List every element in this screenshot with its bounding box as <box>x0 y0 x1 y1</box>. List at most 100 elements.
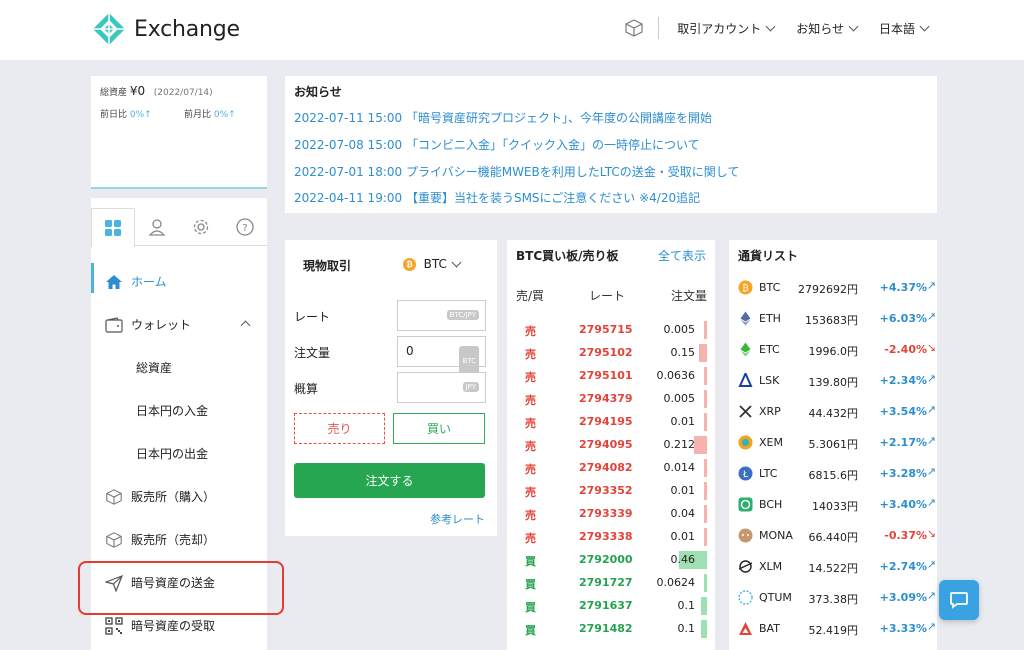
order-amount: 0.1 <box>677 599 696 612</box>
currency-row[interactable]: XEM 5.3061円 +2.17% ↗ <box>729 428 937 459</box>
buy-button[interactable]: 買い <box>393 413 485 444</box>
nav-language[interactable]: 日本語 <box>879 20 930 37</box>
currency-row[interactable]: ETC 1996.0円 -2.40% ↘ <box>729 335 937 366</box>
highlight-box <box>78 561 284 615</box>
order-rate: 2791727 <box>579 576 633 589</box>
sidebar-tabs: ? <box>91 208 267 247</box>
order-book-row[interactable]: 売 2794379 0.005 <box>507 389 715 412</box>
currency-change: -0.37% <box>884 529 927 542</box>
svg-text:?: ? <box>242 223 247 234</box>
news-item[interactable]: 2022-07-11 15:00 「暗号資産研究プロジェクト」、今年度の公開講座… <box>294 109 712 126</box>
currency-list-title: 通貨リスト <box>738 249 799 263</box>
chevron-down-icon <box>765 21 776 31</box>
chat-icon <box>950 592 968 609</box>
currency-row[interactable]: BAT 52.419円 +3.33% ↗ <box>729 614 937 645</box>
currency-row[interactable]: Ł LTC 6815.6円 +3.28% ↗ <box>729 459 937 490</box>
sidebar-item-home[interactable]: ホーム <box>91 260 267 303</box>
sidebar-item-total-assets[interactable]: 総資産 <box>91 346 267 389</box>
order-rate: 2793352 <box>579 484 633 497</box>
order-amount: 0.005 <box>663 392 696 405</box>
chat-button[interactable] <box>939 580 979 620</box>
svg-text:₿: ₿ <box>742 283 749 294</box>
order-book-row[interactable]: 買 2792000 0.46 <box>507 550 715 573</box>
bch-icon <box>738 497 753 512</box>
qr-icon <box>103 615 125 637</box>
order-book-row[interactable]: 買 2791482 0.1 <box>507 619 715 642</box>
order-side: 買 <box>525 624 536 637</box>
currency-symbol: BTC <box>759 281 781 294</box>
qtum-icon <box>738 590 753 605</box>
etc-icon <box>738 342 753 357</box>
currency-row[interactable]: XLM 14.522円 +2.74% ↗ <box>729 552 937 583</box>
sidebar-item-label: 日本円の入金 <box>136 404 209 418</box>
currency-row[interactable]: QTUM 373.38円 +3.09% ↗ <box>729 583 937 614</box>
news-item[interactable]: 2022-07-08 15:00 「コンビニ入金」「クイック入金」の一時停止につ… <box>294 136 700 153</box>
depth-bar <box>704 528 707 546</box>
order-book-row[interactable]: 売 2795101 0.0636 <box>507 366 715 389</box>
tab-dashboard[interactable] <box>91 208 135 247</box>
order-book-row[interactable]: 売 2794082 0.014 <box>507 458 715 481</box>
header-divider <box>658 17 660 39</box>
depth-bar <box>704 459 707 477</box>
order-amount: 0.01 <box>670 415 696 428</box>
order-book-row[interactable]: 売 2793339 0.04 <box>507 504 715 527</box>
sell-button[interactable]: 売り <box>294 413 385 444</box>
sidebar-item-label: ホーム <box>131 275 167 289</box>
currency-row[interactable]: LSK 139.80円 +2.34% ↗ <box>729 366 937 397</box>
currency-row[interactable]: MONA 66.440円 -0.37% ↘ <box>729 521 937 552</box>
news-item[interactable]: 2022-04-11 19:00 【重要】当社を装うSMSにご注意ください ※4… <box>294 189 700 206</box>
order-amount: 0.1 <box>677 622 696 635</box>
spot-trade-panel: 現物取引 ₿ BTC レート BTC/JPY 注文量 0 BTC 概算 JPY 売… <box>285 240 497 536</box>
order-book-row[interactable]: 買 2791727 0.0624 <box>507 573 715 596</box>
order-book-row[interactable]: 売 2795715 0.005 <box>507 320 715 343</box>
logo[interactable]: Exchange <box>92 12 240 46</box>
cube-icon[interactable] <box>624 18 644 38</box>
currency-row[interactable]: BCH 14033円 +3.40% ↗ <box>729 490 937 521</box>
currency-symbol: QTUM <box>759 591 792 604</box>
nav-trading-account-label: 取引アカウント <box>677 21 762 36</box>
trend-up-icon: ↗ <box>926 620 936 633</box>
sidebar-item-jpy-deposit[interactable]: 日本円の入金 <box>91 389 267 432</box>
news-item[interactable]: 2022-07-01 18:00 プライバシー機能MWEBを利用したLTCの送金… <box>294 163 739 180</box>
trend-up-icon: ↗ <box>926 403 936 416</box>
place-order-button[interactable]: 注文する <box>294 463 485 498</box>
prev-day-row: 前日比 0%↑ <box>100 107 152 120</box>
qty-field[interactable]: 0 BTC <box>397 336 486 377</box>
order-book-row[interactable]: 売 2795102 0.15 <box>507 343 715 366</box>
order-side: 買 <box>525 601 536 614</box>
order-book-row[interactable]: 買 2791637 0.1 <box>507 596 715 619</box>
reference-rate-link[interactable]: 参考レート <box>430 511 485 527</box>
sidebar-item-wallet[interactable]: ウォレット <box>91 303 267 346</box>
currency-change: +6.03% <box>879 312 927 325</box>
order-book-row[interactable]: 売 2793338 0.01 <box>507 527 715 550</box>
prev-day-label: 前日比 <box>100 110 128 120</box>
order-book-row[interactable]: 売 2793352 0.01 <box>507 481 715 504</box>
ltc-icon: Ł <box>738 466 753 481</box>
coin-selector[interactable]: ₿ BTC <box>403 257 462 271</box>
tab-help[interactable]: ? <box>223 208 267 246</box>
order-rate: 2794379 <box>579 392 633 405</box>
order-side: 売 <box>525 394 536 407</box>
estimate-field[interactable]: JPY <box>397 372 486 403</box>
sidebar-item-shop-sell[interactable]: 販売所（売却） <box>91 518 267 561</box>
chevron-down-icon <box>919 21 930 31</box>
sidebar-item-shop-buy[interactable]: 販売所（購入） <box>91 475 267 518</box>
tab-settings[interactable] <box>179 208 223 246</box>
order-book-row[interactable]: 売 2794195 0.01 <box>507 412 715 435</box>
sidebar-item-jpy-withdraw[interactable]: 日本円の出金 <box>91 432 267 475</box>
order-book-row[interactable]: 売 2794095 0.212 <box>507 435 715 458</box>
nav-trading-account[interactable]: 取引アカウント <box>677 20 776 37</box>
currency-symbol: XLM <box>759 560 783 573</box>
currency-row[interactable]: ETH 153683円 +6.03% ↗ <box>729 304 937 335</box>
currency-price: 44.432円 <box>808 407 859 420</box>
wallet-icon <box>103 314 125 336</box>
currency-row[interactable]: ₿ BTC 2792692円 +4.37% ↗ <box>729 273 937 304</box>
tab-profile[interactable] <box>135 208 179 246</box>
currency-row[interactable]: XRP 44.432円 +3.54% ↗ <box>729 397 937 428</box>
order-side: 売 <box>525 325 536 338</box>
order-rate: 2792000 <box>579 553 633 566</box>
rate-field[interactable]: BTC/JPY <box>397 300 486 331</box>
show-all-link[interactable]: 全て表示 <box>658 247 706 264</box>
col-rate-header: レート <box>589 289 626 303</box>
nav-notices[interactable]: お知らせ <box>796 20 859 37</box>
